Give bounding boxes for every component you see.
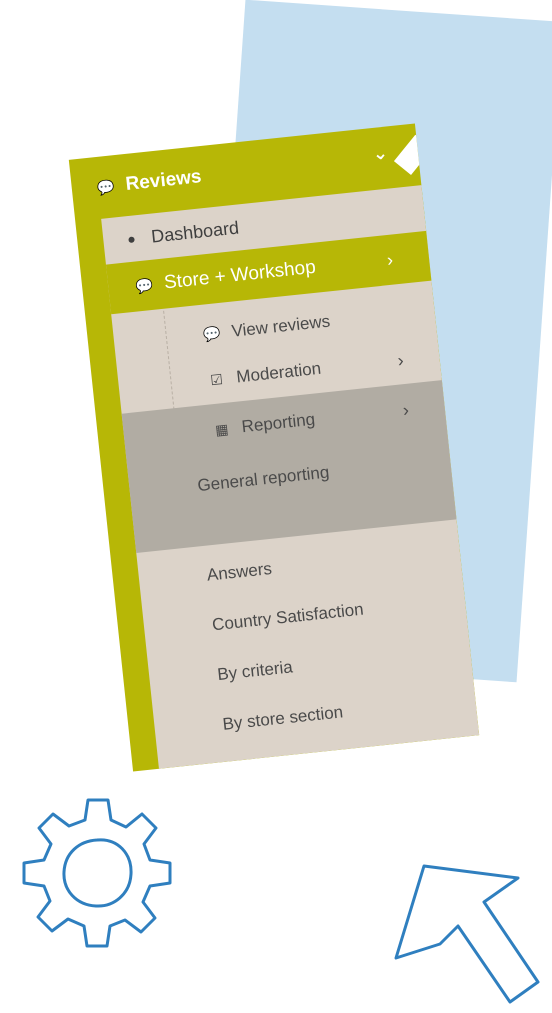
- reviews-menu: 💬 Reviews ⌄ ● Dashboard 💬 Store + Worksh…: [68, 123, 480, 772]
- chevron-right-icon: ›: [385, 249, 394, 270]
- sidebar-item-label: Moderation: [235, 358, 323, 387]
- sidebar-item-label: Store + Workshop: [163, 256, 317, 294]
- sidebar-item-label: View reviews: [230, 311, 331, 341]
- sidebar-item-label: By criteria: [216, 657, 294, 685]
- table-icon: ▦: [214, 420, 230, 438]
- sidebar-item-label: Dashboard: [150, 217, 240, 247]
- gear-icon: [22, 798, 172, 948]
- checkbox-icon: ☑: [209, 370, 224, 388]
- chevron-down-icon[interactable]: ⌄: [372, 143, 389, 165]
- sidebar-item-label: Answers: [205, 558, 273, 585]
- sidebar-item-label: Country Satisfaction: [211, 599, 365, 635]
- chevron-right-icon: ›: [396, 349, 405, 371]
- sidebar-item-label: By store section: [221, 702, 344, 734]
- chat-bubbles-icon: 💬: [96, 177, 116, 196]
- chat-bubbles-icon: 💬: [134, 276, 154, 295]
- chat-bubbles-icon: 💬: [202, 324, 222, 343]
- speedometer-icon: ●: [126, 230, 137, 248]
- cursor-arrow-icon: [394, 864, 540, 1004]
- menu-header-label: Reviews: [124, 166, 203, 196]
- chevron-right-icon: ›: [401, 399, 410, 420]
- sidebar-item-label: General reporting: [196, 462, 331, 496]
- sidebar-item-label: Reporting: [240, 409, 316, 437]
